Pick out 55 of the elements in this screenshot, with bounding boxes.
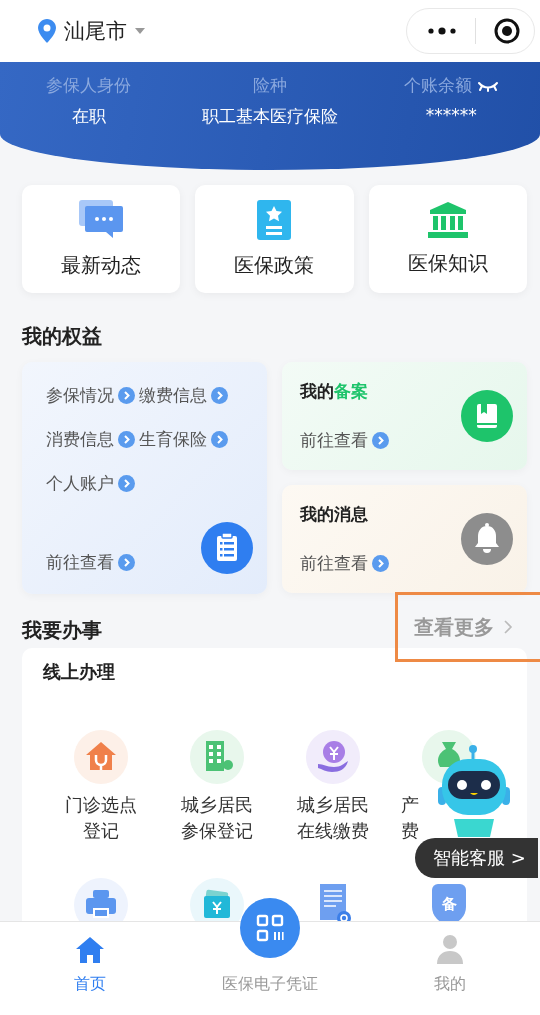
qr-code-button[interactable] bbox=[240, 898, 300, 958]
chevron-icon bbox=[372, 555, 389, 572]
book-icon bbox=[461, 390, 513, 442]
filing-card[interactable]: 我的备案 前往查看 bbox=[282, 362, 527, 470]
benefit-link[interactable]: 个人账户 bbox=[46, 472, 135, 495]
chevron-icon bbox=[372, 432, 389, 449]
chevron-icon bbox=[118, 387, 135, 404]
nav-tab[interactable]: 首页 bbox=[0, 922, 180, 1015]
panel-title: 线上办理 bbox=[41, 660, 116, 684]
summary-value: 职工基本医疗保险 bbox=[202, 105, 338, 128]
summary-value: 在职 bbox=[71, 105, 106, 128]
view-link[interactable]: 前往查看 bbox=[300, 552, 389, 575]
house-stethoscope-icon[interactable] bbox=[74, 730, 128, 784]
building-icon[interactable] bbox=[190, 730, 244, 784]
benefit-link[interactable]: 消费信息 bbox=[46, 428, 135, 451]
summary-label: 险种 bbox=[253, 74, 287, 97]
closed-eye-icon[interactable] bbox=[478, 79, 499, 92]
view-link[interactable]: 前往查看 bbox=[46, 551, 135, 574]
bell-icon bbox=[461, 513, 513, 565]
chevron-icon bbox=[118, 475, 135, 492]
benefit-link[interactable]: 缴费信息 bbox=[139, 384, 228, 407]
close-target-icon[interactable] bbox=[494, 18, 520, 44]
chat-bubbles-icon bbox=[79, 199, 124, 240]
chevron-icon bbox=[118, 554, 135, 571]
chevron-icon bbox=[211, 431, 228, 448]
benefit-link[interactable]: 参保情况 bbox=[46, 384, 135, 407]
card-title: 我的备案 bbox=[300, 380, 369, 403]
quick-link-card[interactable]: 医保知识 bbox=[368, 185, 527, 293]
chevron-icon bbox=[504, 620, 513, 634]
summary-label: 个账余额 bbox=[404, 74, 473, 97]
section-title: 我要办事 bbox=[22, 616, 102, 644]
quick-link-card[interactable]: 最新动态 bbox=[22, 185, 181, 293]
more-icon[interactable] bbox=[427, 27, 457, 35]
clipboard-icon bbox=[201, 522, 253, 574]
messages-card[interactable]: 我的消息 前往查看 bbox=[282, 485, 527, 593]
section-title: 我的权益 bbox=[20, 323, 103, 350]
location-pin-icon bbox=[38, 19, 56, 43]
service-label[interactable]: 城乡居民 在线缴费 bbox=[297, 792, 369, 844]
chevron-icon bbox=[211, 387, 228, 404]
home-icon bbox=[75, 936, 105, 964]
card-title: 我的消息 bbox=[300, 503, 369, 526]
city-selector[interactable]: 汕尾市 bbox=[64, 17, 127, 45]
quick-link-card[interactable]: 医保政策 bbox=[195, 185, 354, 293]
person-icon bbox=[436, 934, 464, 964]
coin-hand-icon[interactable] bbox=[306, 730, 360, 784]
service-label[interactable]: 城乡居民 参保登记 bbox=[181, 792, 253, 844]
summary-value: ****** bbox=[425, 105, 477, 125]
summary-label: 参保人身份 bbox=[46, 74, 132, 97]
dropdown-caret-icon[interactable] bbox=[135, 28, 145, 34]
view-link[interactable]: 前往查看 bbox=[300, 429, 389, 452]
institution-building-icon bbox=[427, 201, 468, 238]
service-label[interactable]: 门诊选点 登记 bbox=[65, 792, 137, 844]
benefit-link[interactable]: 生育保险 bbox=[139, 428, 228, 451]
assistant-button[interactable]: 智能客服 > bbox=[415, 838, 538, 878]
chevron-icon bbox=[118, 431, 135, 448]
